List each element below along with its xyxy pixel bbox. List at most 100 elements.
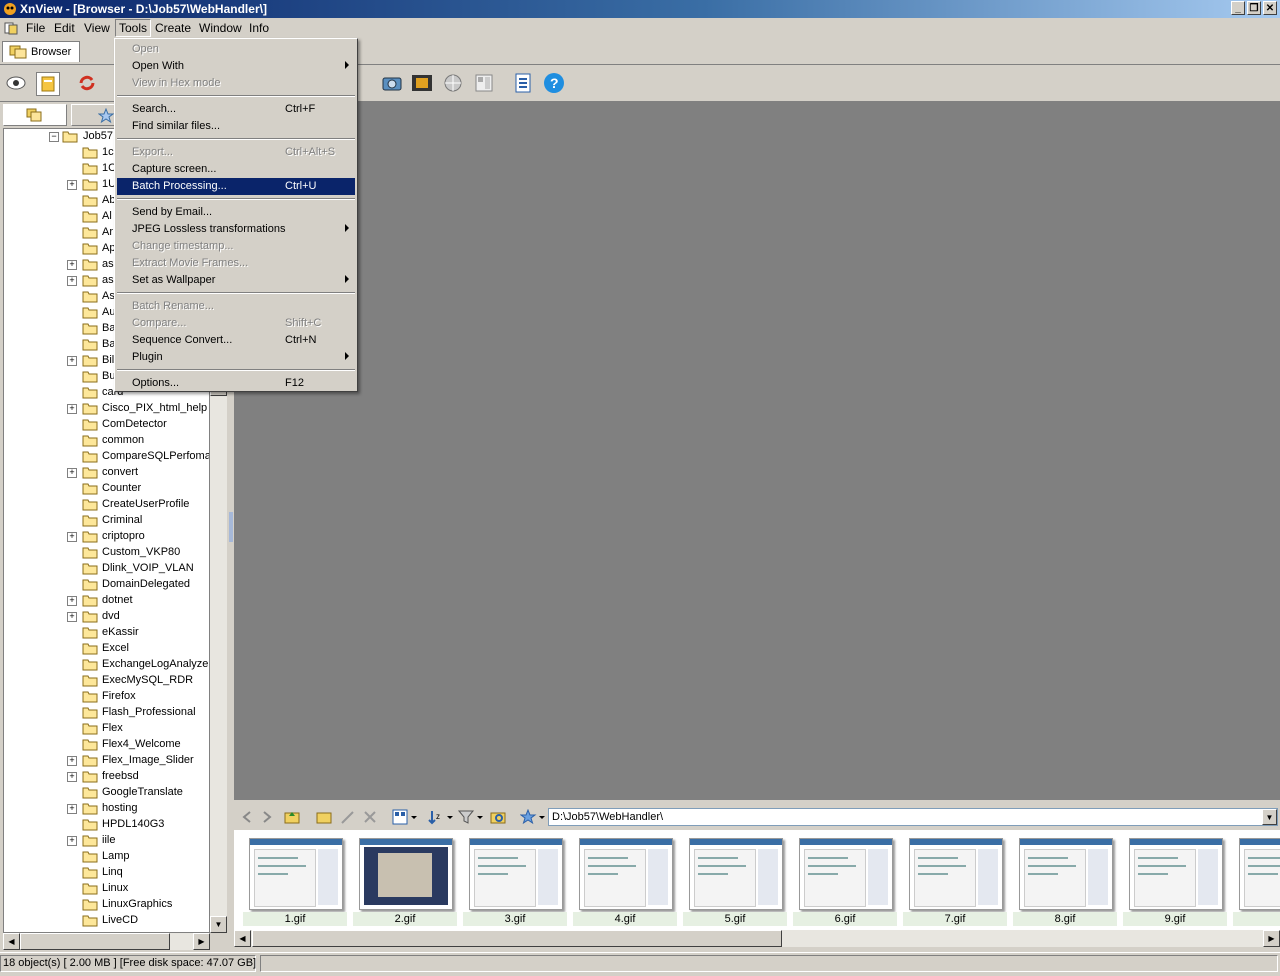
filter-icon[interactable] xyxy=(458,809,484,825)
tree-hscroll-thumb[interactable] xyxy=(20,933,170,950)
tree-node[interactable]: + convert xyxy=(4,465,209,481)
tree-node[interactable]: + dotnet xyxy=(4,593,209,609)
thumb-scroll-thumb[interactable] xyxy=(252,930,782,947)
thumbnail-scrollbar[interactable]: ◀ ▶ xyxy=(234,930,1280,947)
thumbnail-item[interactable]: 1.gif xyxy=(243,836,347,928)
tree-node[interactable]: Lamp xyxy=(4,849,209,865)
menu-item-search[interactable]: Search... Ctrl+F xyxy=(117,101,355,118)
parent-folder-icon[interactable] xyxy=(284,809,300,825)
tree-horizontal-scrollbar[interactable]: ◀ ▶ xyxy=(3,933,210,950)
edit-pencil-icon[interactable] xyxy=(340,809,356,825)
back-arrow-icon[interactable] xyxy=(240,810,254,824)
tree-node[interactable]: LiveCD xyxy=(4,913,209,929)
expand-icon[interactable]: + xyxy=(67,772,77,782)
tab-browser[interactable]: Browser xyxy=(2,41,80,62)
tree-node[interactable]: + freebsd xyxy=(4,769,209,785)
collapse-icon[interactable]: − xyxy=(49,132,59,142)
camera-icon[interactable] xyxy=(381,72,403,94)
thumbnail-item[interactable]: 3.gif xyxy=(463,836,567,928)
menu-tools[interactable]: Tools xyxy=(115,19,152,37)
tree-node[interactable]: + hosting xyxy=(4,801,209,817)
menu-item-send-by-email[interactable]: Send by Email... xyxy=(117,204,355,221)
tree-node[interactable]: Flex4_Welcome xyxy=(4,737,209,753)
thumbnail-item[interactable]: 4.gif xyxy=(573,836,677,928)
refresh-icon[interactable] xyxy=(76,72,98,94)
menu-item-batch-processing[interactable]: Batch Processing... Ctrl+U xyxy=(117,178,355,195)
tree-node[interactable]: Criminal xyxy=(4,513,209,529)
forward-arrow-icon[interactable] xyxy=(260,810,274,824)
new-folder-icon[interactable] xyxy=(316,809,332,825)
thumbnail-item[interactable]: 5.gif xyxy=(683,836,787,928)
menu-item-options[interactable]: Options... F12 xyxy=(117,375,355,392)
expand-icon[interactable]: + xyxy=(67,260,77,270)
globe-icon[interactable] xyxy=(442,72,464,94)
expand-icon[interactable]: + xyxy=(67,596,77,606)
expand-icon[interactable]: + xyxy=(67,836,77,846)
thumbnail-item[interactable]: 1( xyxy=(1233,836,1280,928)
tree-node[interactable]: Flash_Professional xyxy=(4,705,209,721)
menu-view[interactable]: View xyxy=(84,21,110,35)
expand-icon[interactable]: + xyxy=(67,468,77,478)
tree-node[interactable]: Firefox xyxy=(4,689,209,705)
expand-icon[interactable]: + xyxy=(67,356,77,366)
thumbnail-item[interactable]: 9.gif xyxy=(1123,836,1227,928)
eye-icon[interactable] xyxy=(5,72,27,94)
sync-folder-icon[interactable] xyxy=(490,809,506,825)
menu-item-open-with[interactable]: Open With xyxy=(117,58,355,75)
tree-node[interactable]: ExecMySQL_RDR xyxy=(4,673,209,689)
tree-node[interactable]: Counter xyxy=(4,481,209,497)
help-icon[interactable]: ? xyxy=(543,72,565,94)
expand-icon[interactable]: + xyxy=(67,276,77,286)
tree-node[interactable]: CompareSQLPerfomar xyxy=(4,449,209,465)
menu-item-capture-screen[interactable]: Capture screen... xyxy=(117,161,355,178)
thumbnail-item[interactable]: 2.gif xyxy=(353,836,457,928)
filmstrip-icon[interactable] xyxy=(411,72,433,94)
path-combobox[interactable]: D:\Job57\WebHandler\ ▼ xyxy=(548,808,1278,826)
menu-edit[interactable]: Edit xyxy=(54,21,75,35)
expand-icon[interactable]: + xyxy=(67,532,77,542)
tree-node[interactable]: DomainDelegated xyxy=(4,577,209,593)
thumbnail-item[interactable]: 7.gif xyxy=(903,836,1007,928)
scroll-left-icon[interactable]: ◀ xyxy=(3,933,20,950)
menu-item-plugin[interactable]: Plugin xyxy=(117,349,355,366)
close-button[interactable]: ✕ xyxy=(1263,1,1277,15)
tab-favorites[interactable] xyxy=(71,104,115,126)
tree-node[interactable]: eKassir xyxy=(4,625,209,641)
menu-item-set-as-wallpaper[interactable]: Set as Wallpaper xyxy=(117,272,355,289)
scroll-right-icon[interactable]: ▶ xyxy=(193,933,210,950)
menu-info[interactable]: Info xyxy=(249,21,269,35)
sort-icon[interactable]: z xyxy=(428,809,454,825)
menu-item-jpeg-lossless-transformations[interactable]: JPEG Lossless transformations xyxy=(117,221,355,238)
mdi-document-icon[interactable] xyxy=(4,21,18,35)
menu-item-sequence-convert[interactable]: Sequence Convert... Ctrl+N xyxy=(117,332,355,349)
tree-node[interactable]: + Cisco_PIX_html_help xyxy=(4,401,209,417)
expand-icon[interactable]: + xyxy=(67,612,77,622)
expand-icon[interactable]: + xyxy=(67,180,77,190)
scroll-down-icon[interactable]: ▼ xyxy=(210,916,227,933)
thumb-scroll-left-icon[interactable]: ◀ xyxy=(234,930,251,947)
tree-node[interactable]: HPDL140G3 xyxy=(4,817,209,833)
chevron-down-icon[interactable]: ▼ xyxy=(1262,809,1277,825)
expand-icon[interactable]: + xyxy=(67,756,77,766)
minimize-button[interactable]: _ xyxy=(1231,1,1245,15)
favorites-star-icon[interactable] xyxy=(520,809,546,825)
thumbnail-item[interactable]: 6.gif xyxy=(793,836,897,928)
browser-mode-icon[interactable] xyxy=(36,72,60,96)
tree-node[interactable]: ComDetector xyxy=(4,417,209,433)
menu-item-find-similar-files[interactable]: Find similar files... xyxy=(117,118,355,135)
tree-node[interactable]: GoogleTranslate xyxy=(4,785,209,801)
tree-node[interactable]: common xyxy=(4,433,209,449)
splitter-grip-icon[interactable] xyxy=(229,512,233,542)
view-mode-icon[interactable] xyxy=(392,809,418,825)
layout-icon[interactable] xyxy=(473,72,495,94)
menu-create[interactable]: Create xyxy=(155,21,191,35)
tree-node[interactable]: Linq xyxy=(4,865,209,881)
tab-folders[interactable] xyxy=(3,104,67,126)
tree-node[interactable]: Linux xyxy=(4,881,209,897)
tree-node[interactable]: + Flex_Image_Slider xyxy=(4,753,209,769)
menu-window[interactable]: Window xyxy=(199,21,242,35)
tree-node[interactable]: ExchangeLogAnalyzer xyxy=(4,657,209,673)
tree-node[interactable]: CreateUserProfile xyxy=(4,497,209,513)
expand-icon[interactable]: + xyxy=(67,804,77,814)
tree-node[interactable]: Dlink_VOIP_VLAN xyxy=(4,561,209,577)
